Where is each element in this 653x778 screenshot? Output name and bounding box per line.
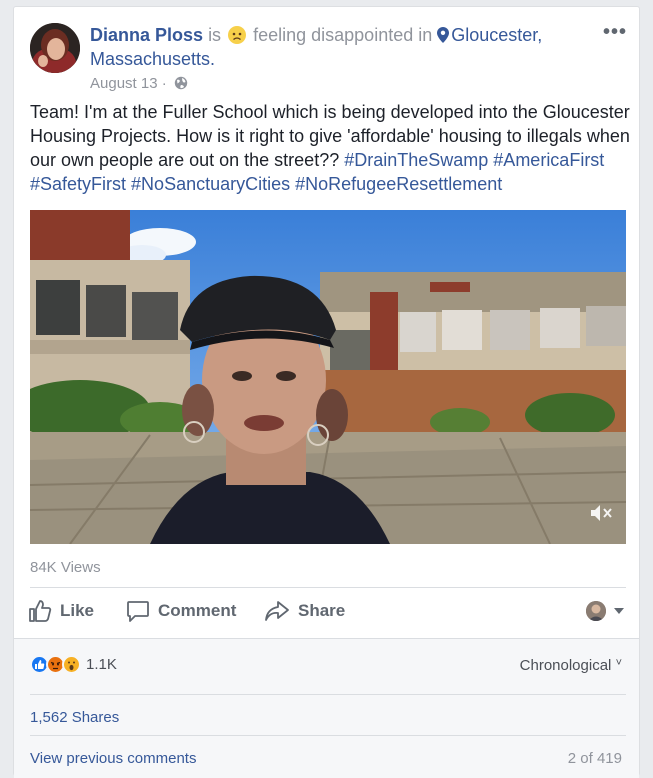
view-previous-comments-link[interactable]: View previous comments (30, 750, 196, 767)
sort-label: Chronological (519, 657, 612, 674)
footer-divider-2 (30, 735, 626, 736)
post-date[interactable]: August 13 (90, 75, 158, 92)
reaction-count: 1.1K (86, 656, 117, 673)
audience-selector[interactable] (586, 601, 626, 621)
hashtag-link[interactable]: #SafetyFirst (30, 174, 126, 194)
share-button[interactable]: Share (264, 599, 345, 623)
date-separator: · (161, 75, 167, 92)
chevron-down-icon (614, 608, 624, 614)
globe-icon[interactable] (174, 76, 188, 90)
author-name[interactable]: Dianna Ploss (90, 25, 203, 45)
share-count-link[interactable]: 1,562 Shares (30, 709, 119, 726)
location-line-1[interactable]: Gloucester, (451, 25, 542, 45)
action-bar: Like Comment Share (28, 599, 626, 627)
wow-reaction-icon (62, 655, 81, 674)
more-options-icon[interactable]: ••• (603, 21, 627, 44)
like-label: Like (60, 601, 95, 620)
location-pin-icon (437, 27, 450, 43)
hashtag-link[interactable]: #DrainTheSwamp (344, 150, 488, 170)
location-line-2[interactable]: Massachusetts. (90, 49, 215, 69)
muted-speaker-icon[interactable] (590, 504, 614, 522)
post-body: Team! I'm at the Fuller School which is … (30, 100, 630, 196)
post-footer: 1.1K Chronological ˅ 1,562 Shares View p… (14, 638, 639, 778)
hashtag-link[interactable]: #NoSanctuaryCities (131, 174, 290, 194)
post-meta: August 13 · (90, 75, 188, 92)
disappointed-face-icon (228, 26, 247, 44)
comment-position-count: 2 of 419 (567, 750, 622, 767)
comment-sort-dropdown[interactable]: Chronological ˅ (520, 657, 622, 674)
is-word: is (208, 25, 222, 45)
video-player[interactable] (30, 210, 626, 544)
share-arrow-icon (265, 601, 289, 621)
comment-button[interactable]: Comment (126, 599, 236, 623)
hashtag-link[interactable]: #NoRefugeeResettlement (295, 174, 502, 194)
like-button[interactable]: Like (28, 599, 94, 623)
post-card: Dianna Ploss is feeling disappointed in … (13, 6, 640, 778)
speech-bubble-icon (127, 601, 149, 622)
reaction-summary[interactable]: 1.1K (30, 655, 117, 674)
feeling-text: feeling disappointed in (253, 25, 433, 45)
comment-label: Comment (158, 601, 237, 620)
caret-down-icon: ˅ (615, 657, 622, 669)
hashtag-link[interactable]: #AmericaFirst (493, 150, 604, 170)
thumbs-up-icon (29, 600, 52, 622)
mini-avatar (586, 601, 606, 621)
author-avatar[interactable] (30, 23, 80, 73)
action-divider-top (30, 587, 626, 588)
share-label: Share (298, 601, 346, 620)
footer-divider-1 (30, 694, 626, 695)
post-header: Dianna Ploss is feeling disappointed in … (90, 23, 560, 71)
view-count[interactable]: 84K Views (30, 559, 101, 576)
